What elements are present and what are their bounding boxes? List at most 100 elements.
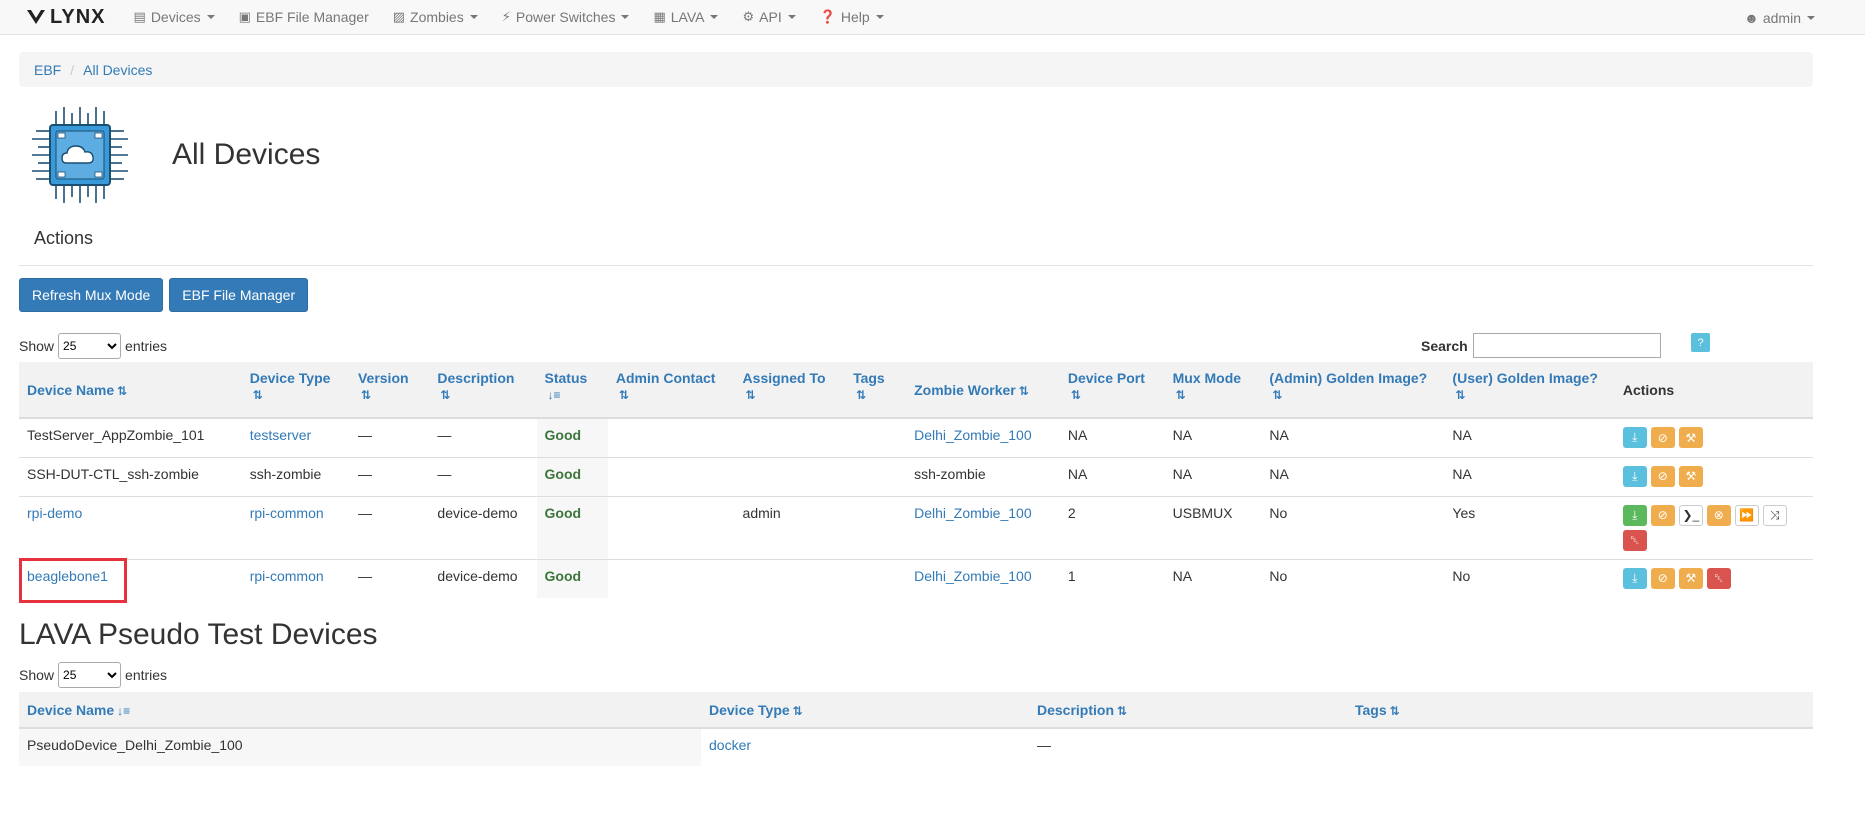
user-icon: ☻ bbox=[1744, 9, 1759, 26]
action-def-button[interactable]: ⤨ bbox=[1762, 504, 1787, 526]
zombie-worker-cell-value[interactable]: Delhi_Zombie_100 bbox=[914, 427, 1032, 443]
action-warn-button[interactable]: ⊘ bbox=[1650, 427, 1675, 448]
action-warn-button[interactable]: ⚒ bbox=[1678, 567, 1703, 589]
show-label: Show bbox=[19, 667, 55, 683]
action-group: ⤓ ⊘ ❯_ ⊗ ⏩ ⤨ ␡ bbox=[1622, 504, 1803, 551]
sort-icon: ⇅ bbox=[117, 383, 128, 398]
admin-contact-cell bbox=[607, 558, 735, 598]
actions-cell: ⤓ ⊘ ⚒ ␡ bbox=[1614, 558, 1813, 598]
tags-cell bbox=[845, 417, 907, 457]
tags-cell bbox=[845, 495, 907, 559]
lava-device-type-link[interactable]: docker bbox=[709, 737, 751, 753]
column-header[interactable]: Status ↓≡ bbox=[537, 362, 608, 418]
column-header[interactable]: Version ⇅ bbox=[350, 362, 429, 418]
column-header[interactable]: Assigned To ⇅ bbox=[735, 362, 846, 418]
device-type-cell-value[interactable]: rpi-common bbox=[250, 568, 324, 584]
chevron-down-icon bbox=[787, 15, 796, 19]
action-warn-button[interactable]: ⊘ bbox=[1650, 504, 1675, 526]
column-header[interactable]: Device Type ⇅ bbox=[242, 362, 350, 418]
column-header[interactable]: (Admin) Golden Image? ⇅ bbox=[1261, 362, 1444, 418]
lava-column-header[interactable]: Device Name ↓≡ bbox=[19, 692, 701, 728]
admin-golden-cell: NA bbox=[1261, 456, 1445, 496]
column-header[interactable]: Description ⇅ bbox=[429, 362, 536, 418]
column-header[interactable]: (User) Golden Image? ⇅ bbox=[1444, 362, 1614, 418]
version-cell: — bbox=[349, 558, 430, 598]
status-cell: Good bbox=[536, 495, 608, 559]
admin-golden-cell: No bbox=[1261, 495, 1445, 559]
lava-description: — bbox=[1037, 737, 1051, 753]
sort-icon: ⇅ bbox=[1455, 388, 1466, 402]
zombie-worker-cell-value[interactable]: Delhi_Zombie_100 bbox=[914, 505, 1032, 521]
column-header[interactable]: Device Port ⇅ bbox=[1060, 362, 1165, 418]
question-icon: ❓ bbox=[819, 9, 836, 24]
column-header[interactable]: Device Name ⇅ bbox=[19, 362, 242, 418]
nav-item-devices[interactable]: ▤ Devices bbox=[134, 9, 215, 25]
nav-item-zombies[interactable]: ▨ Zombies bbox=[393, 9, 478, 25]
help-button[interactable]: ? bbox=[1691, 333, 1710, 352]
nav-item-label: Devices bbox=[150, 9, 201, 25]
nav-item-ebf-file-manager[interactable]: ▣ EBF File Manager bbox=[239, 9, 369, 25]
sort-icon: ⇅ bbox=[1018, 383, 1029, 398]
action-buttons: Refresh Mux Mode EBF File Manager bbox=[19, 278, 309, 312]
user-menu[interactable]: ☻ admin bbox=[1744, 0, 1815, 35]
action-warn-button[interactable]: ⚒ bbox=[1678, 465, 1703, 487]
lava-column-header[interactable]: Device Type ⇅ bbox=[701, 692, 1029, 728]
search-input[interactable] bbox=[1472, 333, 1661, 358]
device-type-cell-value[interactable]: rpi-common bbox=[250, 505, 324, 521]
device-type-cell: testserver bbox=[241, 417, 350, 457]
column-header-label: Description bbox=[437, 370, 515, 386]
breadcrumb-ebf[interactable]: EBF bbox=[34, 62, 61, 78]
column-header-label: Zombie Worker bbox=[914, 381, 1016, 398]
lava-column-header[interactable]: Tags ⇅ bbox=[1347, 692, 1813, 728]
device-type-cell-value[interactable]: testserver bbox=[250, 427, 311, 443]
entries-select[interactable]: 25 bbox=[58, 662, 122, 688]
brand-logo[interactable]: LYNX bbox=[26, 6, 106, 29]
action-warn-button[interactable]: ⊗ bbox=[1706, 504, 1731, 526]
action-info-button[interactable]: ⤓ bbox=[1622, 465, 1647, 487]
entries-select[interactable]: 25 bbox=[58, 333, 122, 359]
breadcrumb-all-devices[interactable]: All Devices bbox=[83, 62, 152, 78]
column-header[interactable]: Zombie Worker ⇅ bbox=[906, 362, 1060, 418]
action-success-button[interactable]: ⤓ bbox=[1622, 504, 1647, 526]
table-row: SSH-DUT-CTL_ssh-zombie ssh-zombie — — Good ss… bbox=[19, 456, 1813, 496]
action-warn-button[interactable]: ⊘ bbox=[1650, 567, 1675, 589]
action-info-button[interactable]: ⤓ bbox=[1622, 567, 1647, 589]
action-info-button[interactable]: ⤓ bbox=[1622, 427, 1647, 448]
nav-item-api[interactable]: ⚙ API bbox=[742, 9, 796, 25]
nav-item-label: Power Switches bbox=[515, 9, 616, 25]
ebf-file-manager-button[interactable]: EBF File Manager bbox=[169, 278, 309, 312]
column-header[interactable]: Mux Mode ⇅ bbox=[1165, 362, 1262, 418]
device-name-cell-value[interactable]: beaglebone1 bbox=[27, 568, 108, 584]
nav-item-label: Zombies bbox=[410, 9, 464, 25]
action-def-button[interactable]: ⏩ bbox=[1734, 504, 1759, 526]
lava-column-header[interactable]: Description ⇅ bbox=[1029, 692, 1347, 728]
mux-mode-cell: NA bbox=[1164, 417, 1262, 457]
column-header[interactable]: Admin Contact ⇅ bbox=[608, 362, 735, 418]
device-type-cell-value: ssh-zombie bbox=[249, 465, 322, 482]
zombie-icon: ▨ bbox=[392, 9, 406, 24]
device-name-cell-value[interactable]: rpi-demo bbox=[27, 505, 82, 521]
column-header-label: Mux Mode bbox=[1172, 370, 1242, 386]
column-header-label: Version bbox=[357, 370, 409, 386]
actions-cell: ⤓ ⊘ ⚒ bbox=[1614, 456, 1813, 496]
zombie-worker-cell-value[interactable]: Delhi_Zombie_100 bbox=[914, 568, 1032, 584]
action-danger-button[interactable]: ␡ bbox=[1706, 567, 1731, 589]
action-danger-button[interactable]: ␡ bbox=[1622, 529, 1647, 551]
sort-icon: ⇅ bbox=[1117, 703, 1128, 718]
action-def-button[interactable]: ❯_ bbox=[1678, 504, 1703, 526]
nav-item-power-switches[interactable]: ⚡ Power Switches bbox=[502, 9, 630, 25]
action-warn-button[interactable]: ⊘ bbox=[1650, 465, 1675, 487]
nav-item-lava[interactable]: ▦ LAVA bbox=[653, 9, 719, 25]
tags-cell bbox=[845, 456, 907, 496]
device-name-cell: TestServer_AppZombie_101 bbox=[19, 417, 242, 457]
version-cell-value: — bbox=[357, 567, 372, 584]
column-header[interactable]: Tags ⇅ bbox=[845, 362, 906, 418]
action-warn-button[interactable]: ⚒ bbox=[1678, 427, 1703, 448]
column-header-label: Device Name bbox=[27, 701, 115, 718]
device-port-cell: NA bbox=[1059, 417, 1165, 457]
column-header-label: Admin Contact bbox=[615, 370, 716, 386]
mux-mode-cell: NA bbox=[1164, 456, 1262, 496]
refresh-mux-mode-button[interactable]: Refresh Mux Mode bbox=[19, 278, 164, 312]
nav-item-help[interactable]: ❓ Help bbox=[820, 9, 884, 25]
description-cell-value: — bbox=[437, 427, 452, 443]
